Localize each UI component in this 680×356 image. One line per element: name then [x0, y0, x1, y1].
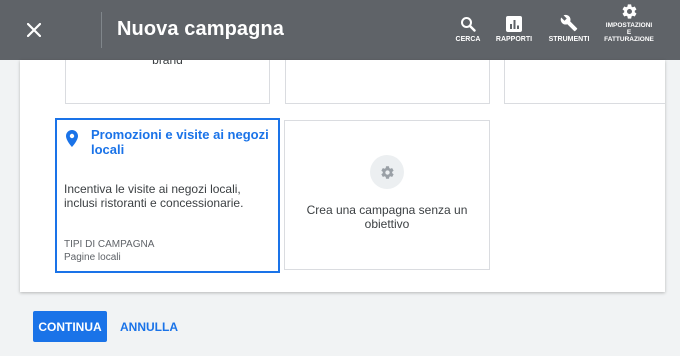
close-icon [27, 23, 41, 37]
settings-label-line2: E [626, 29, 632, 36]
location-pin-icon [66, 130, 78, 147]
no-objective-text: Crea una campagna senza un obiettivo [306, 203, 468, 231]
objective-card-top-middle[interactable] [285, 60, 490, 104]
close-button[interactable] [18, 14, 50, 46]
reports-label: RAPPORTI [495, 36, 533, 43]
header-divider [101, 12, 102, 48]
objective-card-local-promotions[interactable]: Promozioni e visite ai negozi locali Inc… [55, 118, 280, 273]
local-card-title: Promozioni e visite ai negozi locali [91, 127, 269, 157]
cancel-button[interactable]: ANNULLA [120, 311, 178, 342]
continue-button[interactable]: CONTINUA [33, 311, 107, 342]
search-icon [461, 17, 476, 32]
top-bar: Nuova campagna CERCA RAPPORTI STRUMENTI … [0, 0, 680, 60]
campaign-types-label: TIPI DI CAMPAGNA [64, 239, 155, 250]
settings-label-line1: IMPOSTAZIONI [605, 22, 653, 29]
objective-card-brand[interactable]: brand [65, 60, 270, 104]
gear-icon [380, 165, 394, 179]
reports-icon [506, 16, 522, 32]
no-objective-icon-circle [370, 155, 404, 189]
objective-card-brand-text: brand [152, 60, 183, 67]
settings-button[interactable]: IMPOSTAZIONI E FATTURAZIONE [598, 0, 660, 60]
campaign-types-value: Pagine locali [64, 252, 121, 263]
wrench-icon [560, 14, 578, 32]
campaign-objectives-panel: brand Promozioni e visite ai negozi loca… [20, 60, 665, 292]
gear-icon [622, 4, 636, 19]
tools-button[interactable]: STRUMENTI [542, 0, 596, 60]
reports-button[interactable]: RAPPORTI [492, 0, 536, 60]
search-label: CERCA [455, 36, 481, 43]
page-title: Nuova campagna [117, 18, 285, 40]
objective-card-no-objective[interactable]: Crea una campagna senza un obiettivo [284, 120, 490, 270]
tools-label: STRUMENTI [548, 36, 590, 43]
local-card-description: Incentiva le visite ai negozi locali, in… [64, 182, 244, 210]
objective-card-top-right[interactable] [504, 60, 665, 104]
settings-label-line3: FATTURAZIONE [604, 36, 654, 43]
search-button[interactable]: CERCA [446, 0, 490, 60]
settings-label: IMPOSTAZIONI E FATTURAZIONE [604, 22, 654, 43]
